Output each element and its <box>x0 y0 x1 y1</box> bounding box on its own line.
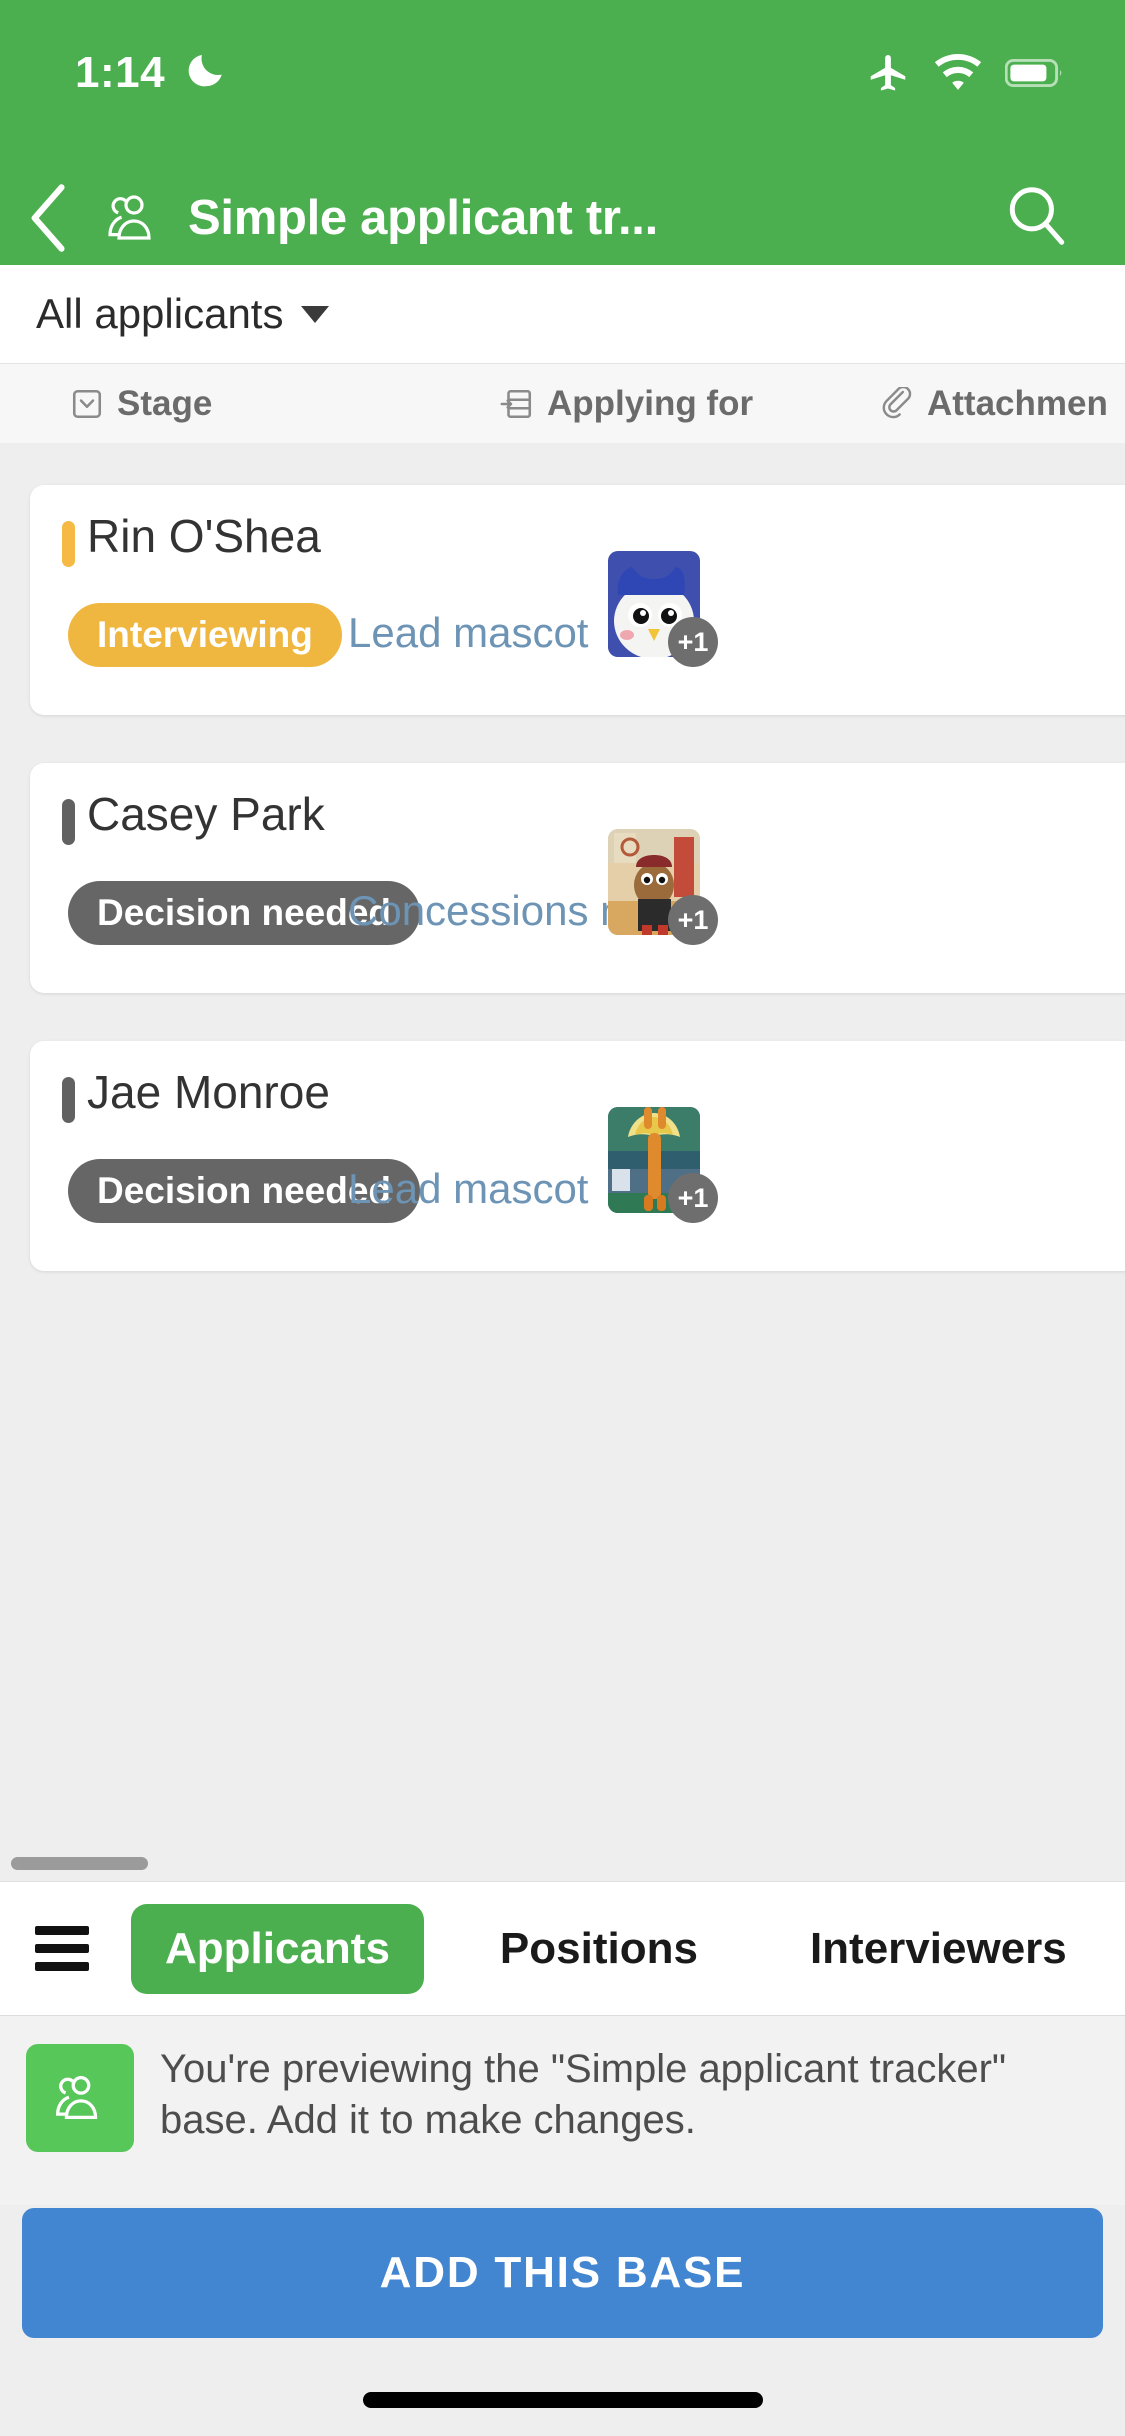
bottom-tab-bar: Applicants Positions Interviewers <box>0 1881 1125 2015</box>
wifi-icon <box>934 53 982 90</box>
record-color-bar <box>62 1077 75 1123</box>
record-list[interactable]: Rin O'Shea Interviewing Lead mascot +1 C… <box>0 443 1125 1853</box>
field-label: Attachmen <box>927 383 1108 423</box>
linked-record-link[interactable]: Lead mascot <box>348 609 588 657</box>
do-not-disturb-moon-icon <box>188 54 222 87</box>
record-name: Rin O'Shea <box>87 510 321 562</box>
field-header-stage[interactable]: Stage <box>70 384 212 424</box>
back-chevron-icon <box>31 183 65 252</box>
tab-positions[interactable]: Positions <box>466 1904 732 1994</box>
status-bar: 1:14 <box>0 0 1125 170</box>
phone-screen: 1:14 Simple applicant tr... All applican… <box>0 0 1125 2436</box>
status-icons <box>865 50 1065 96</box>
record-color-bar <box>62 799 75 845</box>
base-people-icon <box>100 190 166 246</box>
view-selector[interactable]: All applicants <box>0 265 1125 363</box>
table-row[interactable]: Jae Monroe Decision needed Lead mascot +… <box>30 1041 1125 1271</box>
preview-banner: You're previewing the "Simple applicant … <box>0 2015 1125 2205</box>
field-header-row: Stage Applying for Attachmen <box>0 363 1125 443</box>
single-select-icon <box>70 387 104 421</box>
battery-icon <box>1005 58 1062 88</box>
linked-record-link[interactable]: Lead mascot <box>348 1165 588 1213</box>
hamburger-line <box>35 1944 89 1953</box>
attachment-cell[interactable]: +1 <box>608 829 718 945</box>
attachment-count-badge: +1 <box>668 1173 718 1223</box>
airplane-mode-icon <box>870 54 906 91</box>
view-selector-label: All applicants <box>36 290 284 337</box>
add-this-base-button[interactable]: ADD THIS BASE <box>22 2208 1103 2338</box>
status-badge-label: Decision needed <box>97 1170 392 1211</box>
status-badge-label: Interviewing <box>97 614 313 655</box>
search-icon <box>1009 186 1065 245</box>
preview-banner-text: You're previewing the "Simple applicant … <box>160 2047 1007 2143</box>
horizontal-scrollbar-thumb[interactable] <box>11 1857 148 1870</box>
status-badge-label: Decision needed <box>97 892 392 933</box>
back-button[interactable] <box>0 183 100 253</box>
table-row[interactable]: Rin O'Shea Interviewing Lead mascot +1 <box>30 485 1125 715</box>
hamburger-line <box>35 1962 89 1971</box>
field-header-applying-for[interactable]: Applying for <box>500 384 753 424</box>
record-color-bar <box>62 521 75 567</box>
app-header: Simple applicant tr... <box>0 170 1125 265</box>
status-badge: Interviewing <box>68 603 342 667</box>
paperclip-icon <box>880 386 914 421</box>
page-title: Simple applicant tr... <box>188 190 658 245</box>
hamburger-menu-icon[interactable] <box>35 1926 89 1971</box>
linked-record-icon <box>500 387 534 421</box>
banner-people-icon <box>26 2044 134 2152</box>
hamburger-line <box>35 1926 89 1935</box>
chevron-down-icon <box>301 305 330 323</box>
status-time: 1:14 <box>75 48 166 97</box>
record-name: Casey Park <box>87 788 325 840</box>
tab-applicants[interactable]: Applicants <box>131 1903 424 1994</box>
tab-interviewers[interactable]: Interviewers <box>776 1904 1101 1994</box>
attachment-count-badge: +1 <box>668 895 718 945</box>
field-label: Applying for <box>547 383 754 423</box>
attachment-cell[interactable]: +1 <box>608 551 718 667</box>
attachment-count-badge: +1 <box>668 617 718 667</box>
horizontal-scrollbar-track[interactable] <box>0 1853 1125 1881</box>
field-label: Stage <box>117 383 213 423</box>
attachment-cell[interactable]: +1 <box>608 1107 718 1223</box>
field-header-attachments[interactable]: Attachmen <box>880 384 1108 424</box>
home-indicator <box>362 2392 763 2408</box>
table-row[interactable]: Casey Park Decision needed Concessions m… <box>30 763 1125 993</box>
record-name: Jae Monroe <box>87 1066 330 1118</box>
search-button[interactable] <box>1003 182 1069 253</box>
